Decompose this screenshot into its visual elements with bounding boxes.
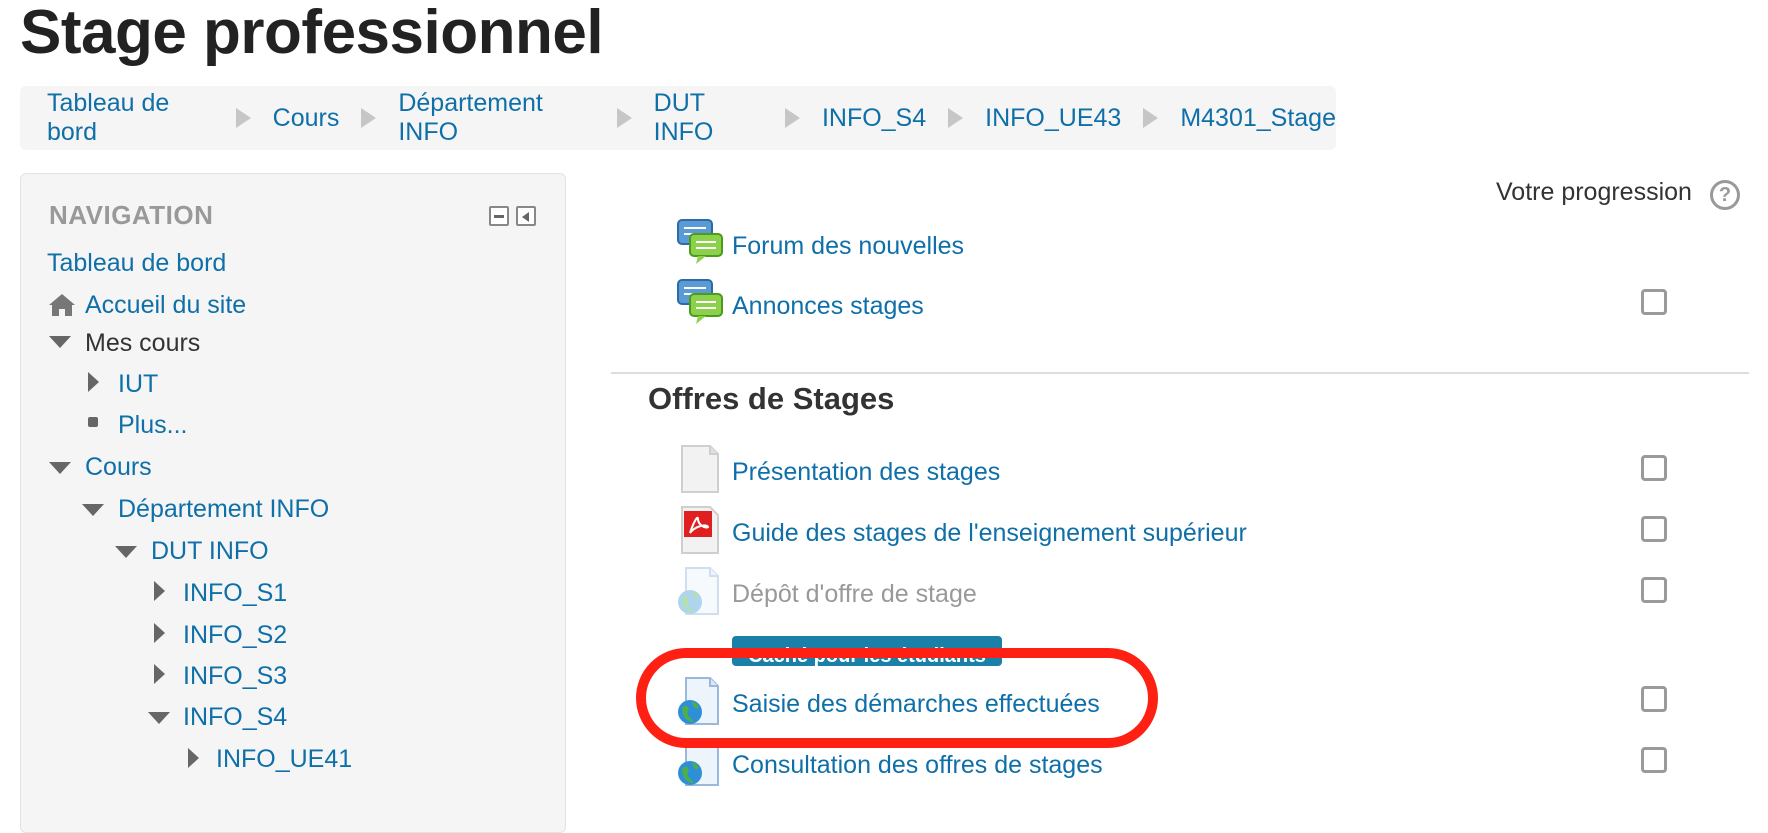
breadcrumb-separator-icon [1143,108,1159,128]
nav-item-dashboard[interactable]: Tableau de bord [47,248,226,278]
section-divider [611,372,1749,374]
collapse-block-icon[interactable] [489,206,509,226]
breadcrumb-course[interactable]: M4301_Stage [1180,104,1336,133]
completion-checkbox[interactable] [1641,686,1667,712]
expanded-arrow-icon[interactable] [148,712,170,724]
activity-row: Annonces stages [676,278,1576,328]
activity-row: Présentation des stages [676,444,1576,494]
expanded-arrow-icon[interactable] [82,504,104,516]
completion-checkbox[interactable] [1641,516,1667,542]
nav-item-courses[interactable]: Cours [85,452,152,482]
breadcrumb-separator-icon [361,108,377,128]
bullet-icon [88,417,98,427]
nav-item-info-s3[interactable]: INFO_S3 [183,661,287,691]
url-globe-icon [678,738,719,786]
breadcrumb-dashboard[interactable]: Tableau de bord [47,89,214,147]
activity-row: Saisie des démarches effectuées [676,676,1576,726]
breadcrumb-separator-icon [784,108,800,128]
breadcrumb: Tableau de bord Cours Département INFO D… [20,86,1336,150]
breadcrumb-ue[interactable]: INFO_UE43 [985,104,1121,133]
breadcrumb-dut[interactable]: DUT INFO [654,89,763,147]
nav-item-dut-info[interactable]: DUT INFO [151,536,269,566]
dock-block-icon[interactable] [516,206,536,226]
activity-link-offers-consultation[interactable]: Consultation des offres de stages [732,751,1103,780]
expanded-arrow-icon[interactable] [115,546,137,558]
activity-row: Consultation des offres de stages [676,737,1576,787]
nav-item-iut[interactable]: IUT [118,369,158,399]
nav-item-info-s1[interactable]: INFO_S1 [183,578,287,608]
file-icon [681,445,719,493]
completion-checkbox[interactable] [1641,289,1667,315]
home-icon [49,294,75,316]
collapsed-arrow-icon[interactable] [154,581,165,601]
activity-link-offer-deposit[interactable]: Dépôt d'offre de stage [732,580,977,609]
collapsed-arrow-icon[interactable] [154,664,165,684]
activity-link-guide[interactable]: Guide des stages de l'enseignement supér… [732,519,1247,548]
nav-item-my-courses[interactable]: Mes cours [85,328,200,358]
collapsed-arrow-icon[interactable] [88,372,99,392]
activity-link-announcements[interactable]: Annonces stages [732,292,924,321]
completion-checkbox[interactable] [1641,455,1667,481]
section-title: Offres de Stages [648,381,895,416]
nav-item-info-s2[interactable]: INFO_S2 [183,620,287,650]
forum-icon [677,279,723,324]
breadcrumb-department[interactable]: Département INFO [398,89,594,147]
expanded-arrow-icon[interactable] [49,462,71,474]
breadcrumb-semester[interactable]: INFO_S4 [822,104,926,133]
url-globe-icon [678,567,719,615]
nav-item-info-ue41[interactable]: INFO_UE41 [216,744,352,774]
forum-icon [677,219,723,264]
activity-link-presentation[interactable]: Présentation des stages [732,458,1000,487]
breadcrumb-separator-icon [948,108,964,128]
nav-item-department-info[interactable]: Département INFO [118,494,329,524]
activity-row: Guide des stages de l'enseignement supér… [676,505,1576,555]
breadcrumb-separator-icon [235,108,251,128]
navigation-title: NAVIGATION [49,200,214,230]
breadcrumb-courses[interactable]: Cours [273,104,340,133]
collapsed-arrow-icon[interactable] [188,748,199,768]
hidden-badge-label: Caché pour les étudiants [748,645,986,666]
question-circle-icon[interactable]: ? [1710,180,1740,210]
page-title: Stage professionnel [20,0,604,67]
nav-item-info-s4[interactable]: INFO_S4 [183,702,287,732]
activity-row: Dépôt d'offre de stage [676,566,1576,616]
navigation-block: NAVIGATION Tableau de bord Accueil du si… [20,173,566,833]
nav-item-more[interactable]: Plus... [118,410,187,440]
collapsed-arrow-icon[interactable] [154,623,165,643]
breadcrumb-separator-icon [616,108,632,128]
pdf-icon [681,506,719,554]
nav-item-site-home[interactable]: Accueil du site [85,290,246,320]
url-globe-icon [678,677,719,725]
expanded-arrow-icon[interactable] [49,336,71,348]
completion-checkbox[interactable] [1641,747,1667,773]
activity-link-news-forum[interactable]: Forum des nouvelles [732,232,964,261]
completion-checkbox[interactable] [1641,577,1667,603]
activity-row: Forum des nouvelles [676,218,1576,268]
hidden-from-students-badge: Caché pour les étudiants [732,636,1002,666]
progress-label: Votre progression [1496,178,1692,206]
activity-link-steps-entry[interactable]: Saisie des démarches effectuées [732,690,1100,719]
